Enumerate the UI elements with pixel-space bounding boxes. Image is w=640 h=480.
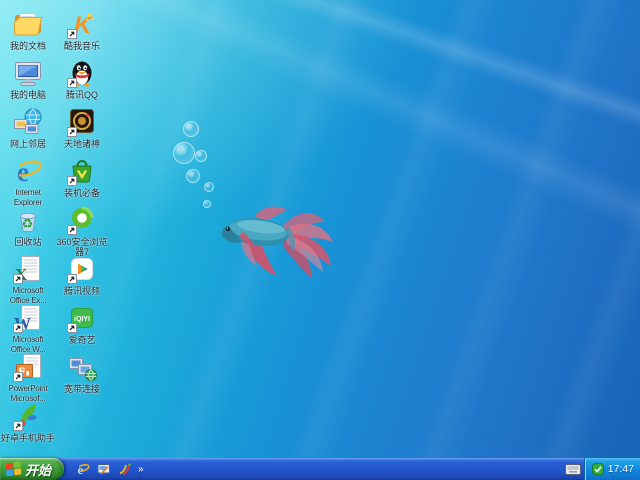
bubble: [195, 150, 207, 162]
quick-launch-bar: e »: [74, 460, 144, 478]
icon-label: 腾讯QQ: [65, 90, 98, 100]
language-bar-keyboard-icon[interactable]: [562, 459, 584, 479]
desktop-icon-word[interactable]: W Microsoft Office W...: [1, 302, 55, 355]
powerpoint-icon: [13, 354, 41, 382]
word-icon: W: [13, 305, 40, 333]
my-computer-icon: [15, 62, 41, 86]
icon-label: 酷我音乐: [63, 41, 100, 51]
show-desktop-icon[interactable]: [95, 460, 112, 478]
desktop-icon-iqiyi[interactable]: iQIYI 爱奇艺: [55, 302, 109, 345]
start-button[interactable]: 开始: [0, 458, 64, 480]
taskbar-clock[interactable]: 17:47: [608, 463, 634, 475]
my-documents-icon: [14, 13, 43, 36]
desktop-icon-internet-explorer[interactable]: e Internet Explorer: [1, 155, 55, 208]
taskbar: 开始 e » 17:47: [0, 458, 640, 480]
antivirus-tray-icon[interactable]: [591, 463, 604, 475]
desktop-icon-haozhuo-assistant[interactable]: 好卓手机助手: [1, 400, 55, 443]
icon-label: 天地诸神: [63, 139, 100, 149]
icon-label: 爱奇艺: [68, 335, 96, 345]
desktop-icon-tiandizhushen[interactable]: 天地诸神: [55, 106, 109, 149]
icon-label: 我的电脑: [9, 90, 46, 100]
ie-quick-launch-icon[interactable]: e: [74, 460, 91, 478]
tencent-video-icon: [67, 258, 93, 284]
bubble: [186, 169, 200, 183]
recycle-bin-icon: ♻: [19, 212, 37, 232]
iqiyi-icon: iQIYI: [67, 308, 93, 333]
broadband-connection-icon: [69, 358, 97, 381]
desktop-icon-tencent-qq[interactable]: 腾讯QQ: [55, 57, 109, 100]
desktop-icon-my-documents[interactable]: 我的文档: [1, 8, 55, 51]
internet-explorer-icon: e: [14, 157, 42, 187]
icon-label: 宽带连接: [63, 384, 100, 394]
media-player-icon[interactable]: [116, 460, 133, 478]
excel-icon: X: [13, 256, 40, 284]
icon-label: 回收站: [14, 237, 42, 247]
desktop-icon-recycle-bin[interactable]: ♻ 回收站: [1, 204, 55, 247]
360-browser-icon: [67, 206, 94, 235]
windows-flag-icon: [5, 461, 22, 477]
desktop-icon-broadband[interactable]: 宽带连接: [55, 351, 109, 394]
light-ray-streak: [50, 0, 640, 341]
desktop-icon-network-places[interactable]: 网上邻居: [1, 106, 55, 149]
desktop-icon-kuwo-music[interactable]: K 酷我音乐: [55, 8, 109, 51]
desktop-icon-zhuangji-bibei[interactable]: 装机必备: [55, 155, 109, 198]
start-button-label: 开始: [25, 462, 52, 478]
bubble: [173, 142, 195, 164]
tiandizhushen-game-icon: [67, 109, 94, 137]
desktop-icon-excel[interactable]: X Microsoft Office Ex...: [1, 253, 55, 306]
system-tray: 17:47: [583, 458, 640, 480]
desktop-icon-my-computer[interactable]: 我的电脑: [1, 57, 55, 100]
desktop-wallpaper: 我的文档 我的电脑 网上邻居 e Internet Explorer ♻ 回收站…: [0, 0, 640, 480]
shopping-bag-icon: [67, 160, 92, 186]
svg-text:♻: ♻: [22, 217, 34, 232]
icon-label: 网上邻居: [9, 139, 46, 149]
network-places-icon: [14, 108, 42, 134]
svg-text:iQIYI: iQIYI: [74, 316, 90, 323]
bubble: [183, 121, 199, 137]
icon-label: 腾讯视频: [63, 286, 100, 296]
quick-launch-overflow-chevron[interactable]: »: [138, 464, 144, 475]
desktop-icon-tencent-video[interactable]: 腾讯视频: [55, 253, 109, 296]
betta-fish-wallpaper: [221, 206, 333, 278]
qq-penguin-icon: [67, 61, 92, 88]
haozhuo-assistant-icon: [13, 404, 37, 431]
desktop-icon-360-browser[interactable]: 360安全浏览 器7: [55, 204, 109, 257]
icon-label: 好卓手机助手: [1, 433, 56, 443]
kuwo-music-icon: K: [67, 12, 95, 39]
icon-label: 装机必备: [63, 188, 100, 198]
svg-text:e: e: [77, 462, 83, 476]
desktop-icon-powerpoint[interactable]: PowerPoint Microsof...: [1, 351, 55, 404]
icon-label: 我的文档: [9, 41, 46, 51]
